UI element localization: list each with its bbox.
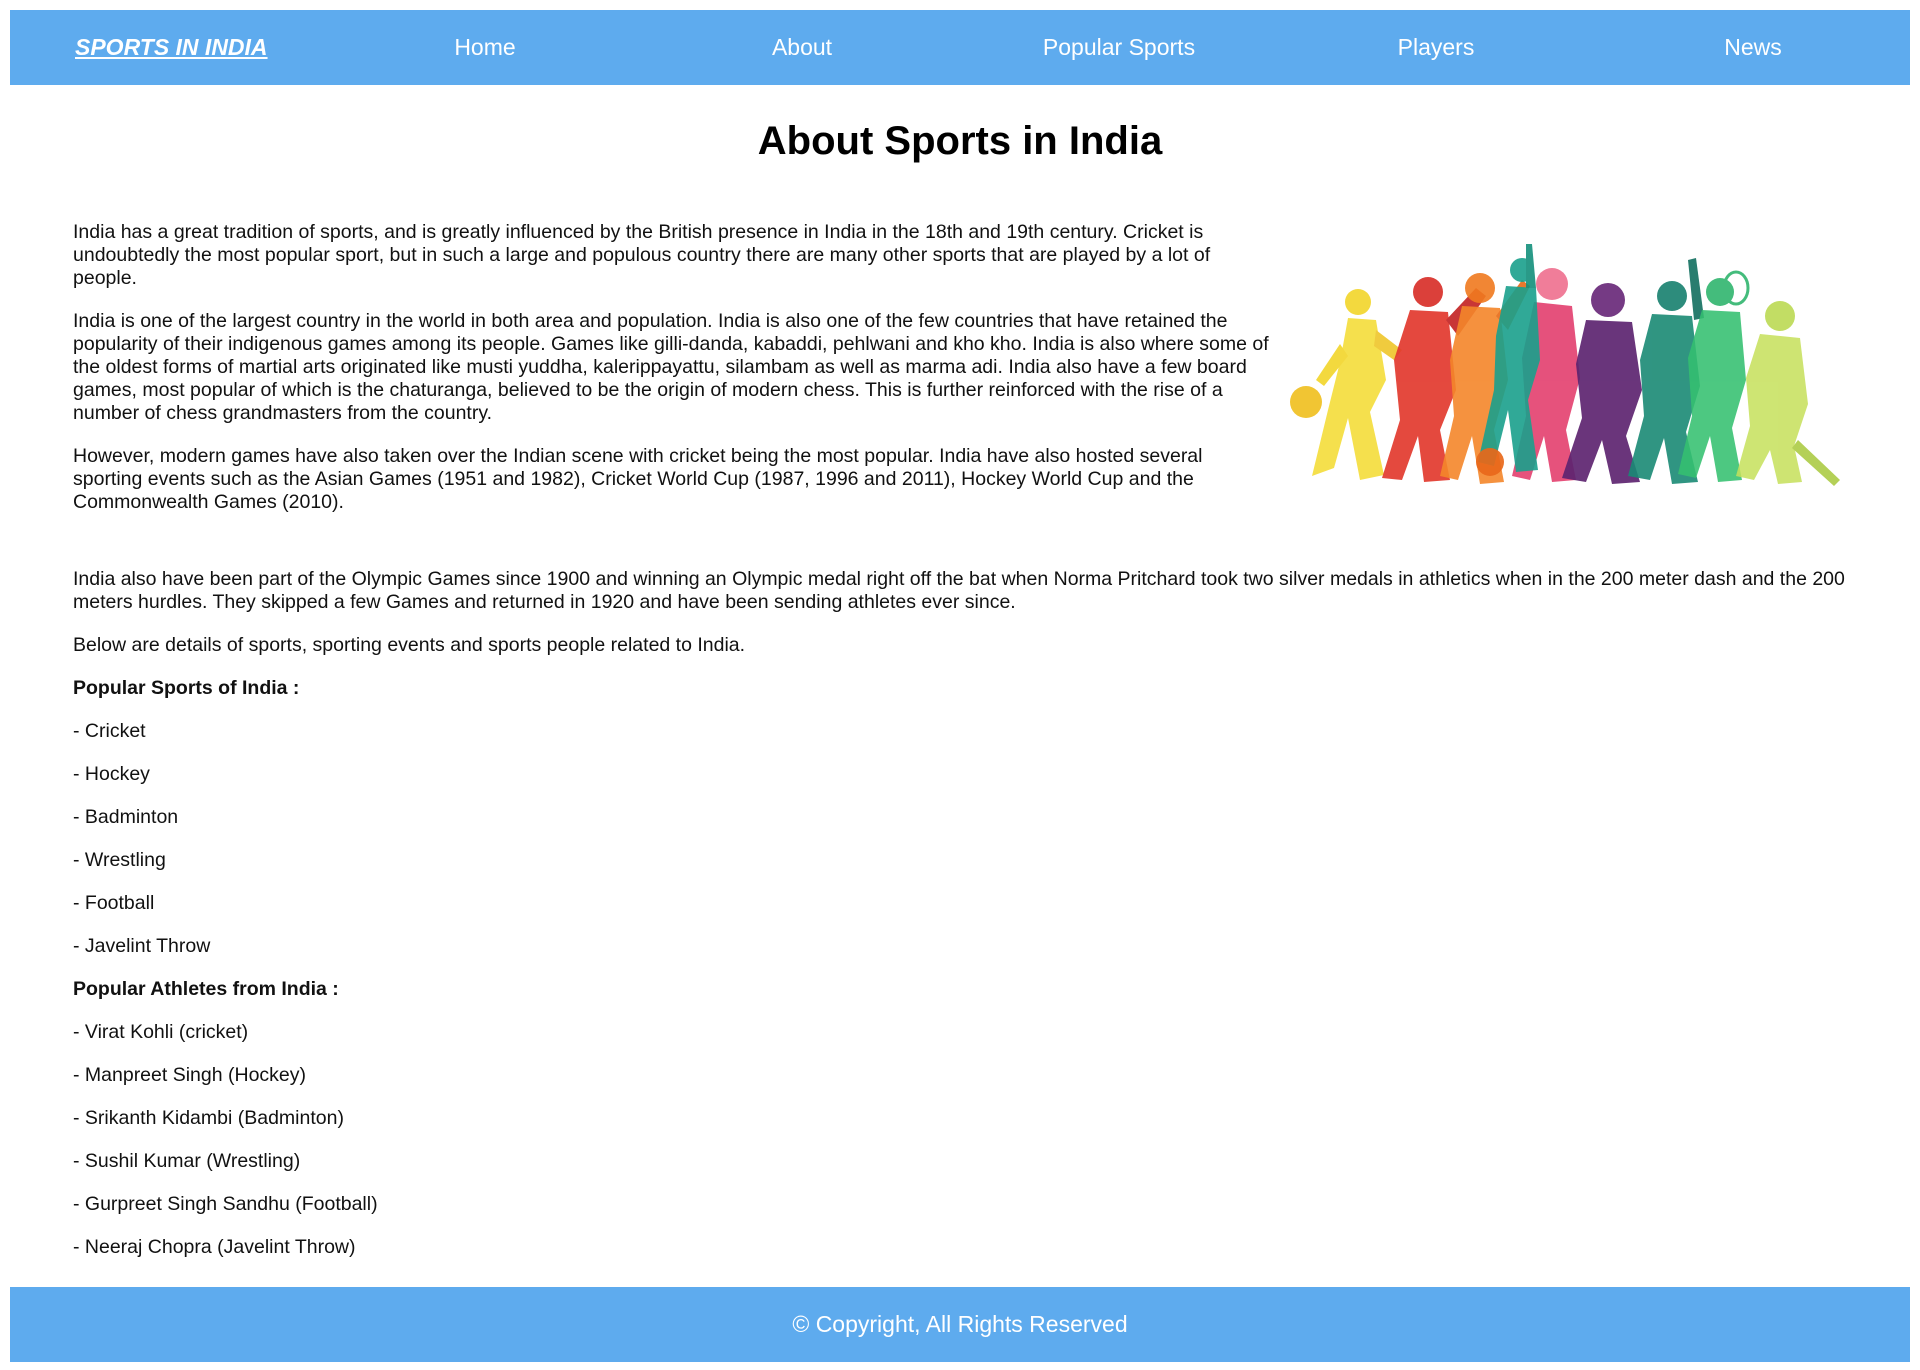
- list-item: - Wrestling: [73, 849, 166, 871]
- page-title: About Sports in India: [757, 119, 1163, 163]
- popular-sports-heading: Popular Sports of India :: [73, 677, 300, 699]
- nav-link-home[interactable]: Home: [454, 10, 515, 85]
- copyright-text: © Copyright, All Rights Reserved: [792, 1311, 1128, 1337]
- intro-section: India has a great tradition of sports, a…: [73, 221, 1273, 534]
- list-item: - Cricket: [73, 720, 146, 742]
- list-item: - Hockey: [73, 763, 150, 785]
- popular-athletes-list: - Virat Kohli (cricket) - Manpreet Singh…: [73, 1021, 1873, 1259]
- details-intro: Below are details of sports, sporting ev…: [73, 634, 746, 656]
- page-footer: © Copyright, All Rights Reserved: [10, 1287, 1910, 1362]
- brand-link[interactable]: SPORTS IN INDIA: [75, 10, 268, 85]
- list-item: - Virat Kohli (cricket): [73, 1021, 249, 1043]
- nav-link-popular-sports[interactable]: Popular Sports: [1043, 10, 1195, 85]
- popular-sports-list: - Cricket - Hockey - Badminton - Wrestli…: [73, 720, 1873, 958]
- list-item: - Srikanth Kidambi (Badminton): [73, 1107, 344, 1129]
- olympic-paragraph: India also have been part of the Olympic…: [73, 568, 1845, 613]
- popular-athletes-heading: Popular Athletes from India :: [73, 978, 339, 1000]
- list-item: - Javelint Throw: [73, 935, 211, 957]
- details-section: India also have been part of the Olympic…: [73, 568, 1873, 1279]
- list-item: - Football: [73, 892, 155, 914]
- list-item: - Sushil Kumar (Wrestling): [73, 1150, 301, 1172]
- list-item: - Neeraj Chopra (Javelint Throw): [73, 1236, 356, 1258]
- intro-paragraph: However, modern games have also taken ov…: [73, 445, 1203, 513]
- list-item: - Gurpreet Singh Sandhu (Football): [73, 1193, 378, 1215]
- intro-paragraph: India is one of the largest country in t…: [73, 310, 1269, 424]
- sports-silhouettes-illustration: [1290, 240, 1845, 490]
- top-navbar: SPORTS IN INDIA Home About Popular Sport…: [10, 10, 1910, 85]
- nav-link-news[interactable]: News: [1724, 10, 1782, 85]
- list-item: - Badminton: [73, 806, 179, 828]
- list-item: - Manpreet Singh (Hockey): [73, 1064, 307, 1086]
- nav-link-players[interactable]: Players: [1398, 10, 1475, 85]
- intro-paragraph: India has a great tradition of sports, a…: [73, 221, 1211, 289]
- nav-link-about[interactable]: About: [772, 10, 832, 85]
